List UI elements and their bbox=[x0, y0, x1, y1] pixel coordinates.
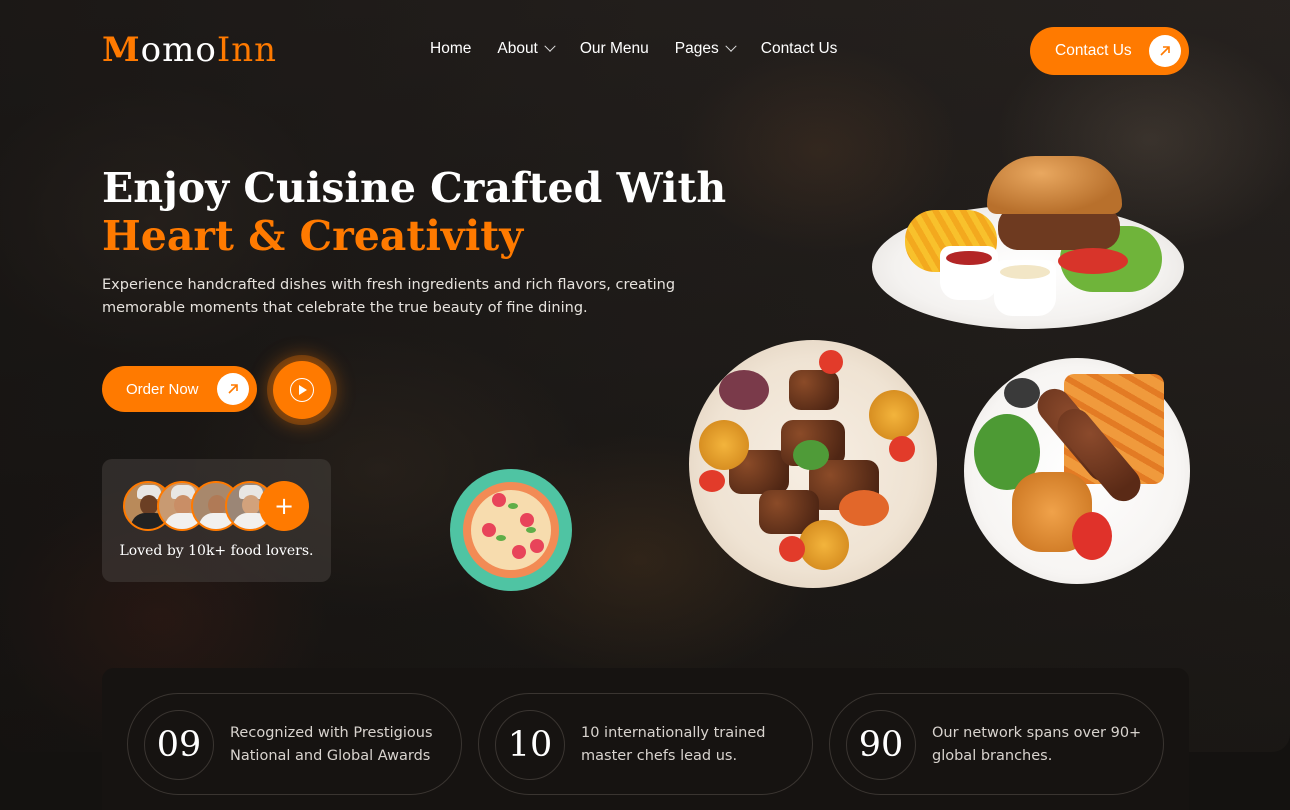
stat-description: Our network spans over 90+ global branch… bbox=[932, 725, 1142, 764]
nav-pages[interactable]: Pages bbox=[675, 40, 737, 58]
chevron-down-icon bbox=[544, 40, 556, 52]
logo-mark: M bbox=[102, 30, 141, 70]
stat-number: 09 bbox=[144, 710, 214, 780]
play-video-button[interactable] bbox=[273, 361, 331, 419]
arrow-up-right-icon bbox=[1149, 35, 1181, 67]
arrow-up-right-icon bbox=[217, 373, 249, 405]
order-now-label: Order Now bbox=[126, 380, 199, 398]
stat-card-chefs: 10 10 internationally trained master che… bbox=[478, 693, 813, 795]
nav-our-menu[interactable]: Our Menu bbox=[580, 40, 649, 58]
hero-title-line2: Heart & Creativity bbox=[102, 212, 524, 260]
stat-number: 10 bbox=[495, 710, 565, 780]
kofta-platter-image bbox=[964, 358, 1190, 584]
stat-card-branches: 90 Our network spans over 90+ global bra… bbox=[829, 693, 1164, 795]
nav-contact-us[interactable]: Contact Us bbox=[761, 40, 838, 58]
stats-section: 09 Recognized with Prestigious National … bbox=[102, 668, 1189, 810]
stat-description: Recognized with Prestigious National and… bbox=[230, 725, 433, 764]
logo-name: omoInn bbox=[140, 30, 278, 70]
play-icon bbox=[290, 378, 314, 402]
main-nav: Home About Our Menu Pages Contact Us bbox=[430, 40, 837, 58]
hero-description: Experience handcrafted dishes with fresh… bbox=[102, 277, 676, 316]
stat-description: 10 internationally trained master chefs … bbox=[581, 725, 766, 764]
pizza-image bbox=[450, 469, 572, 591]
stat-card-awards: 09 Recognized with Prestigious National … bbox=[127, 693, 462, 795]
hero-title: Enjoy Cuisine Crafted With Heart & Creat… bbox=[102, 164, 726, 260]
nav-about[interactable]: About bbox=[497, 40, 556, 58]
food-lovers-text: Loved by 10k+ food lovers. bbox=[119, 543, 314, 559]
contact-us-button[interactable]: Contact Us bbox=[1030, 27, 1189, 75]
order-now-button[interactable]: Order Now bbox=[102, 366, 257, 412]
avatar-group: + bbox=[123, 481, 309, 533]
stat-number: 90 bbox=[846, 710, 916, 780]
chevron-down-icon bbox=[725, 40, 737, 52]
contact-us-label: Contact Us bbox=[1055, 42, 1132, 59]
nav-home[interactable]: Home bbox=[430, 40, 471, 58]
hero-title-line1: Enjoy Cuisine Crafted With bbox=[102, 164, 727, 212]
food-lovers-card: + Loved by 10k+ food lovers. bbox=[102, 459, 331, 582]
logo[interactable]: M omoInn bbox=[102, 32, 277, 68]
kebab-platter-image bbox=[689, 340, 937, 588]
plus-icon[interactable]: + bbox=[259, 481, 309, 531]
